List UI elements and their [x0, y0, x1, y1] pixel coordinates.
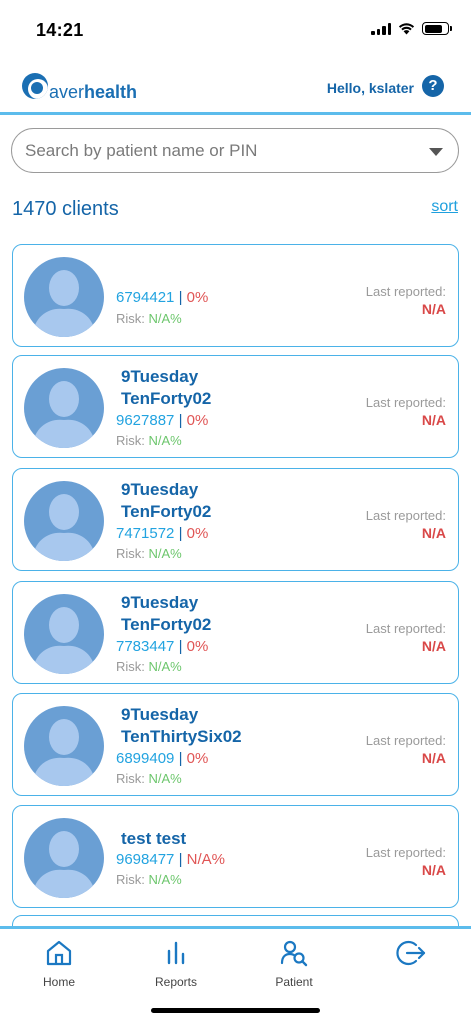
app-header: averhealth Hello, kslater ?	[0, 60, 471, 114]
client-pin-line: 9627887 | 0%	[116, 412, 209, 429]
patient-search-select[interactable]: Search by patient name or PIN	[11, 128, 459, 173]
client-pin: 6899409	[116, 750, 175, 767]
last-reported-value: N/A	[421, 412, 446, 428]
nav-patient-label: Patient	[275, 975, 313, 989]
avatar-placeholder-icon	[24, 481, 104, 561]
status-bar: 14:21	[0, 0, 471, 60]
cellular-signal-icon	[371, 22, 391, 35]
last-reported-value: N/A	[421, 301, 446, 317]
client-pin: 7783447	[116, 638, 175, 655]
client-risk: Risk: N/A%	[116, 546, 182, 561]
avatar-placeholder-icon	[24, 594, 104, 674]
client-card[interactable]: 9Tuesday TenThirtySix02 6899409 | 0% Ris…	[12, 693, 459, 796]
last-reported-label: Last reported:	[365, 621, 446, 636]
last-reported-label: Last reported:	[365, 284, 446, 299]
patient-search-icon	[280, 940, 308, 967]
bar-chart-icon	[167, 941, 185, 965]
home-indicator	[151, 1008, 320, 1013]
status-time: 14:21	[36, 20, 84, 40]
client-percent: 0%	[186, 750, 209, 767]
client-pin-line: 7471572 | 0%	[116, 525, 209, 542]
client-card[interactable]: 9Tuesday TenForty02 7783447 | 0% Risk: N…	[12, 581, 459, 684]
client-percent: N/A%	[186, 851, 225, 868]
client-risk: Risk: N/A%	[116, 433, 182, 448]
avatar-placeholder-icon	[24, 706, 104, 786]
client-pin: 7471572	[116, 525, 175, 542]
client-name: 9Tuesday TenForty02	[121, 593, 212, 634]
client-percent: 0%	[186, 289, 209, 306]
averhealth-logo: averhealth	[22, 73, 138, 102]
client-name: test test	[121, 829, 187, 848]
nav-reports[interactable]: Reports	[136, 939, 216, 989]
client-list[interactable]: 6794421 | 0% Risk: N/A% Last reported: N…	[0, 244, 471, 926]
nav-reports-label: Reports	[154, 975, 198, 989]
nav-home[interactable]: Home	[19, 939, 99, 989]
client-card[interactable]: 6794421 | 0% Risk: N/A% Last reported: N…	[12, 244, 459, 347]
logo-text: averhealth	[49, 82, 138, 102]
last-reported-label: Last reported:	[365, 733, 446, 748]
client-pin-line: 6794421 | 0%	[116, 289, 209, 306]
last-reported-value: N/A	[421, 525, 446, 541]
client-risk: Risk: N/A%	[116, 771, 182, 786]
client-pin-line: 6899409 | 0%	[116, 750, 209, 767]
header-divider	[0, 112, 471, 115]
client-pin: 6794421	[116, 289, 175, 306]
client-card[interactable]: 9Tuesday TenForty02 9627887 | 0% Risk: N…	[12, 355, 459, 458]
last-reported-value: N/A	[421, 638, 446, 654]
avatar-placeholder-icon	[24, 368, 104, 448]
user-greeting: Hello, kslater	[326, 80, 414, 96]
client-percent: 0%	[186, 412, 209, 429]
client-risk: Risk: N/A%	[116, 311, 182, 326]
last-reported-value: N/A	[421, 862, 446, 878]
client-name: 9Tuesday TenForty02	[121, 367, 212, 408]
battery-icon	[422, 22, 452, 35]
search-placeholder: Search by patient name or PIN	[25, 141, 258, 160]
status-icons	[371, 22, 452, 35]
client-risk: Risk: N/A%	[116, 872, 182, 887]
client-name: 9Tuesday TenThirtySix02	[121, 705, 242, 746]
help-icon[interactable]: ?	[422, 75, 444, 97]
wifi-icon	[398, 23, 415, 35]
client-pin: 9698477	[116, 851, 175, 868]
client-card[interactable]: test test 9698477 | N/A% Risk: N/A% Last…	[12, 805, 459, 908]
last-reported-value: N/A	[421, 750, 446, 766]
client-pin-line: 7783447 | 0%	[116, 638, 209, 655]
client-card[interactable]	[12, 915, 459, 926]
home-icon	[46, 940, 72, 966]
client-pin-line: 9698477 | N/A%	[116, 851, 225, 868]
nav-home-label: Home	[42, 975, 75, 989]
app-screen: 14:21 averhealth Hello, kslater ? Search…	[0, 0, 471, 1024]
nav-patient[interactable]: Patient	[254, 939, 334, 989]
avatar-placeholder-icon	[24, 818, 104, 898]
client-percent: 0%	[186, 638, 209, 655]
last-reported-label: Last reported:	[365, 395, 446, 410]
logout-icon	[396, 940, 426, 966]
dropdown-caret-icon	[429, 148, 443, 156]
avatar-placeholder-icon	[24, 257, 104, 337]
sort-link[interactable]: sort	[431, 198, 458, 216]
last-reported-label: Last reported:	[365, 845, 446, 860]
last-reported-label: Last reported:	[365, 508, 446, 523]
client-pin: 9627887	[116, 412, 175, 429]
client-count: 1470 clients	[12, 198, 119, 220]
client-risk: Risk: N/A%	[116, 659, 182, 674]
client-name: 9Tuesday TenForty02	[121, 480, 212, 521]
nav-logout[interactable]	[371, 939, 451, 975]
logo-mark-icon	[22, 73, 48, 99]
client-percent: 0%	[186, 525, 209, 542]
client-card[interactable]: 9Tuesday TenForty02 7471572 | 0% Risk: N…	[12, 468, 459, 571]
